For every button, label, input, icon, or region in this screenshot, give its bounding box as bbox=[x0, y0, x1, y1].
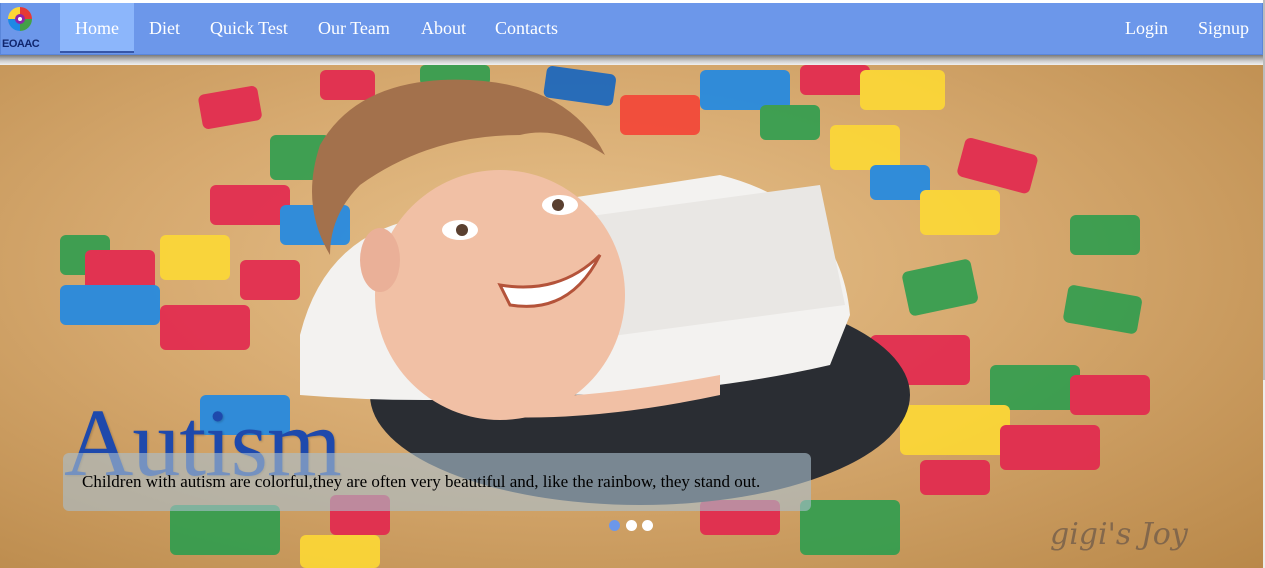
navbar: EOAAC Home Diet Quick Test Our Team Abou… bbox=[0, 3, 1263, 55]
navbar-shadow bbox=[0, 55, 1265, 65]
carousel-indicator-1[interactable] bbox=[609, 520, 620, 531]
nav-diet[interactable]: Diet bbox=[149, 3, 180, 53]
carousel-indicator-2[interactable] bbox=[626, 520, 637, 531]
login-link[interactable]: Login bbox=[1125, 3, 1168, 53]
hero-caption-text: Children with autism are colorful,they a… bbox=[82, 472, 761, 491]
logo[interactable]: EOAAC bbox=[1, 3, 45, 55]
photo-signature: gigi's Joy bbox=[1050, 517, 1188, 552]
carousel-indicator-3[interactable] bbox=[642, 520, 653, 531]
logo-icon bbox=[8, 7, 32, 31]
hero-caption-box: Children with autism are colorful,they a… bbox=[63, 453, 811, 511]
nav-our-team[interactable]: Our Team bbox=[318, 3, 390, 53]
nav-quick-test[interactable]: Quick Test bbox=[210, 3, 288, 53]
signup-link[interactable]: Signup bbox=[1198, 3, 1249, 53]
hero-carousel[interactable]: Autism Children with autism are colorful… bbox=[0, 65, 1263, 568]
nav-home[interactable]: Home bbox=[60, 3, 134, 53]
nav-about[interactable]: About bbox=[421, 3, 466, 53]
logo-text: EOAAC bbox=[2, 38, 40, 50]
nav-contacts[interactable]: Contacts bbox=[495, 3, 558, 53]
